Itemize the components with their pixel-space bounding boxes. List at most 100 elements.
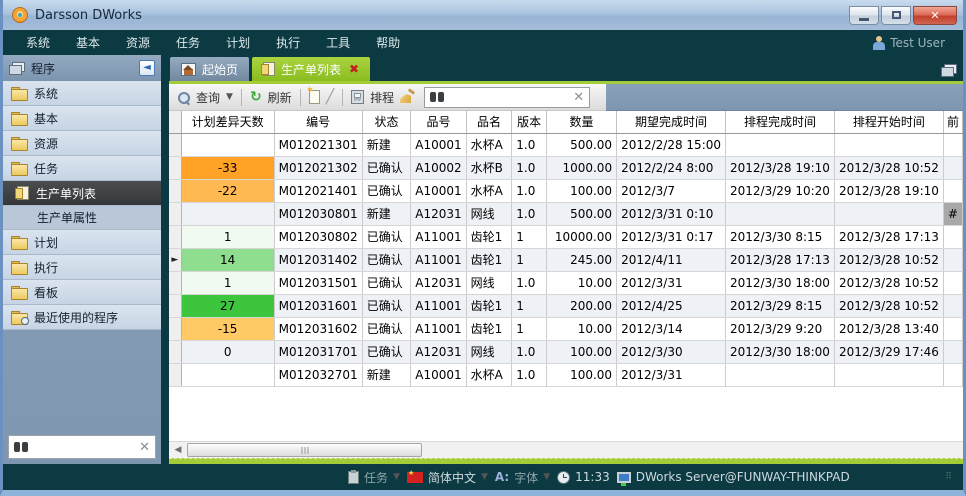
table-row[interactable]: 1M012030802已确认A11001齿轮1110000.002012/3/3…	[169, 225, 963, 248]
row-selector-cell[interactable]: ►	[169, 248, 181, 271]
tab-home[interactable]: 起始页	[170, 57, 249, 81]
sidebar-item-9[interactable]: 最近使用的程序	[3, 305, 161, 330]
row-selector-cell[interactable]	[169, 225, 181, 248]
column-header-diff[interactable]: 计划差异天数	[181, 111, 274, 133]
table-row[interactable]: M012030801新建A12031网线1.0500.002012/3/31 0…	[169, 202, 963, 225]
language-dropdown-icon[interactable]: ▼	[481, 472, 488, 482]
cell-overflow	[943, 179, 962, 202]
maximize-button[interactable]	[881, 6, 911, 25]
folder-icon	[11, 87, 27, 99]
tab-production-order-list[interactable]: 生产单列表 ✖	[252, 57, 370, 81]
table-row[interactable]: -22M012021401已确认A10001水杯A1.0100.002012/3…	[169, 179, 963, 202]
table-row[interactable]: -33M012021302已确认A10002水杯B1.01000.002012/…	[169, 156, 963, 179]
server-text: DWorks Server@FUNWAY-THINKPAD	[636, 470, 850, 484]
table-row[interactable]: 0M012031701已确认A12031网线1.0100.002012/3/30…	[169, 340, 963, 363]
row-selector-cell[interactable]	[169, 179, 181, 202]
task-menu[interactable]: 任务 ▼	[348, 469, 400, 486]
font-dropdown-icon[interactable]: ▼	[543, 472, 550, 482]
new-document-icon[interactable]	[309, 90, 320, 104]
sidebar-item-label: 任务	[34, 160, 58, 177]
tab-close-icon[interactable]: ✖	[349, 62, 359, 76]
edit-pencil-icon[interactable]: ╱	[326, 89, 334, 105]
cell-part_name: 齿轮1	[466, 248, 512, 271]
cell-sched_finish: 2012/3/28 17:13	[726, 248, 835, 271]
user-icon	[873, 36, 885, 50]
row-selector-cell[interactable]	[169, 271, 181, 294]
sidebar-search-input[interactable]	[33, 440, 134, 454]
folder-icon	[11, 286, 27, 298]
row-selector-cell[interactable]	[169, 202, 181, 225]
cell-sched_start: 2012/3/28 13:40	[834, 317, 943, 340]
row-selector-cell[interactable]	[169, 317, 181, 340]
table-row[interactable]: -15M012031602已确认A11001齿轮1110.002012/3/14…	[169, 317, 963, 340]
column-header-sched_finish[interactable]: 排程完成时间	[726, 111, 835, 133]
sidebar-item-6[interactable]: 计划	[3, 230, 161, 255]
scrollbar-thumb[interactable]	[187, 443, 422, 457]
window-list-icon[interactable]	[941, 64, 956, 76]
column-header-part_name[interactable]: 品名	[466, 111, 512, 133]
column-header-status[interactable]: 状态	[362, 111, 411, 133]
language-menu[interactable]: 简体中文 ▼	[407, 469, 488, 486]
menu-item-2[interactable]: 资源	[113, 30, 163, 55]
sidebar-item-7[interactable]: 执行	[3, 255, 161, 280]
menu-item-5[interactable]: 执行	[263, 30, 313, 55]
column-header-expected_finish[interactable]: 期望完成时间	[617, 111, 726, 133]
sidebar-search-clear-icon[interactable]: ✕	[139, 440, 150, 455]
menu-item-3[interactable]: 任务	[163, 30, 213, 55]
menu-item-1[interactable]: 基本	[63, 30, 113, 55]
sidebar-item-5[interactable]: 生产单属性	[3, 206, 161, 230]
table-row[interactable]: M012032701新建A10001水杯A1.0100.002012/3/31	[169, 363, 963, 386]
toolbar-search-input[interactable]	[449, 90, 568, 104]
cell-code: M012031501	[274, 271, 362, 294]
menu-item-6[interactable]: 工具	[313, 30, 363, 55]
row-selector-cell[interactable]	[169, 340, 181, 363]
menu-item-7[interactable]: 帮助	[363, 30, 413, 55]
refresh-button[interactable]: 刷新	[268, 89, 292, 106]
sidebar-search-box[interactable]: ✕	[8, 435, 156, 459]
table-row[interactable]: 27M012031601已确认A11001齿轮11200.002012/4/25…	[169, 294, 963, 317]
query-dropdown-icon[interactable]: ▼	[226, 92, 233, 102]
sidebar-item-8[interactable]: 看板	[3, 280, 161, 305]
column-header-part_no[interactable]: 品号	[411, 111, 466, 133]
table-row[interactable]: 1M012031501已确认A12031网线1.010.002012/3/312…	[169, 271, 963, 294]
refresh-icon: ↻	[250, 90, 262, 104]
broom-icon[interactable]	[400, 90, 416, 104]
cell-part_no: A12031	[411, 271, 466, 294]
query-button[interactable]: 查询	[196, 89, 220, 106]
app-window: Darsson DWorks ✕ 系统基本资源任务计划执行工具帮助 Test U…	[0, 0, 966, 496]
schedule-button[interactable]: 排程	[370, 89, 394, 106]
current-user: Test User	[873, 36, 953, 50]
sidebar-item-4[interactable]: 生产单列表	[3, 181, 161, 206]
close-button[interactable]: ✕	[913, 6, 957, 25]
row-selector-cell[interactable]	[169, 294, 181, 317]
column-header-overflow[interactable]: 前	[943, 111, 962, 133]
table-row[interactable]: ►14M012031402已确认A11001齿轮11245.002012/4/1…	[169, 248, 963, 271]
sidebar-item-3[interactable]: 任务	[3, 156, 161, 181]
toolbar-search-clear-icon[interactable]: ✕	[573, 90, 584, 105]
column-header-code[interactable]: 编号	[274, 111, 362, 133]
row-selector-cell[interactable]	[169, 363, 181, 386]
resize-grip[interactable]: ⠿	[945, 472, 953, 482]
scroll-left-arrow-icon[interactable]: ◀	[171, 444, 185, 456]
column-header-sched_start[interactable]: 排程开始时间	[834, 111, 943, 133]
sidebar-item-1[interactable]: 基本	[3, 106, 161, 131]
column-header-version[interactable]: 版本	[512, 111, 547, 133]
sidebar-item-0[interactable]: 系统	[3, 81, 161, 106]
sidebar-collapse-button[interactable]: ◄	[139, 60, 155, 76]
row-selector-cell[interactable]	[169, 133, 181, 156]
horizontal-scrollbar[interactable]: ◀	[169, 441, 963, 458]
toolbar-search-box[interactable]: ✕	[424, 87, 590, 108]
task-dropdown-icon[interactable]: ▼	[393, 472, 400, 482]
font-menu[interactable]: A: 字体 ▼	[495, 469, 550, 486]
sidebar-item-2[interactable]: 资源	[3, 131, 161, 156]
menu-item-0[interactable]: 系统	[13, 30, 63, 55]
menu-item-4[interactable]: 计划	[213, 30, 263, 55]
cell-diff: 14	[181, 248, 274, 271]
table-row[interactable]: M012021301新建A10001水杯A1.0500.002012/2/28 …	[169, 133, 963, 156]
column-header-qty[interactable]: 数量	[546, 111, 616, 133]
row-selector-cell[interactable]	[169, 156, 181, 179]
cell-overflow	[943, 363, 962, 386]
sidebar-splitter[interactable]	[161, 55, 169, 464]
minimize-button[interactable]	[849, 6, 879, 25]
production-order-grid: 计划差异天数编号状态品号品名版本数量期望完成时间排程完成时间排程开始时间前M01…	[169, 111, 963, 441]
